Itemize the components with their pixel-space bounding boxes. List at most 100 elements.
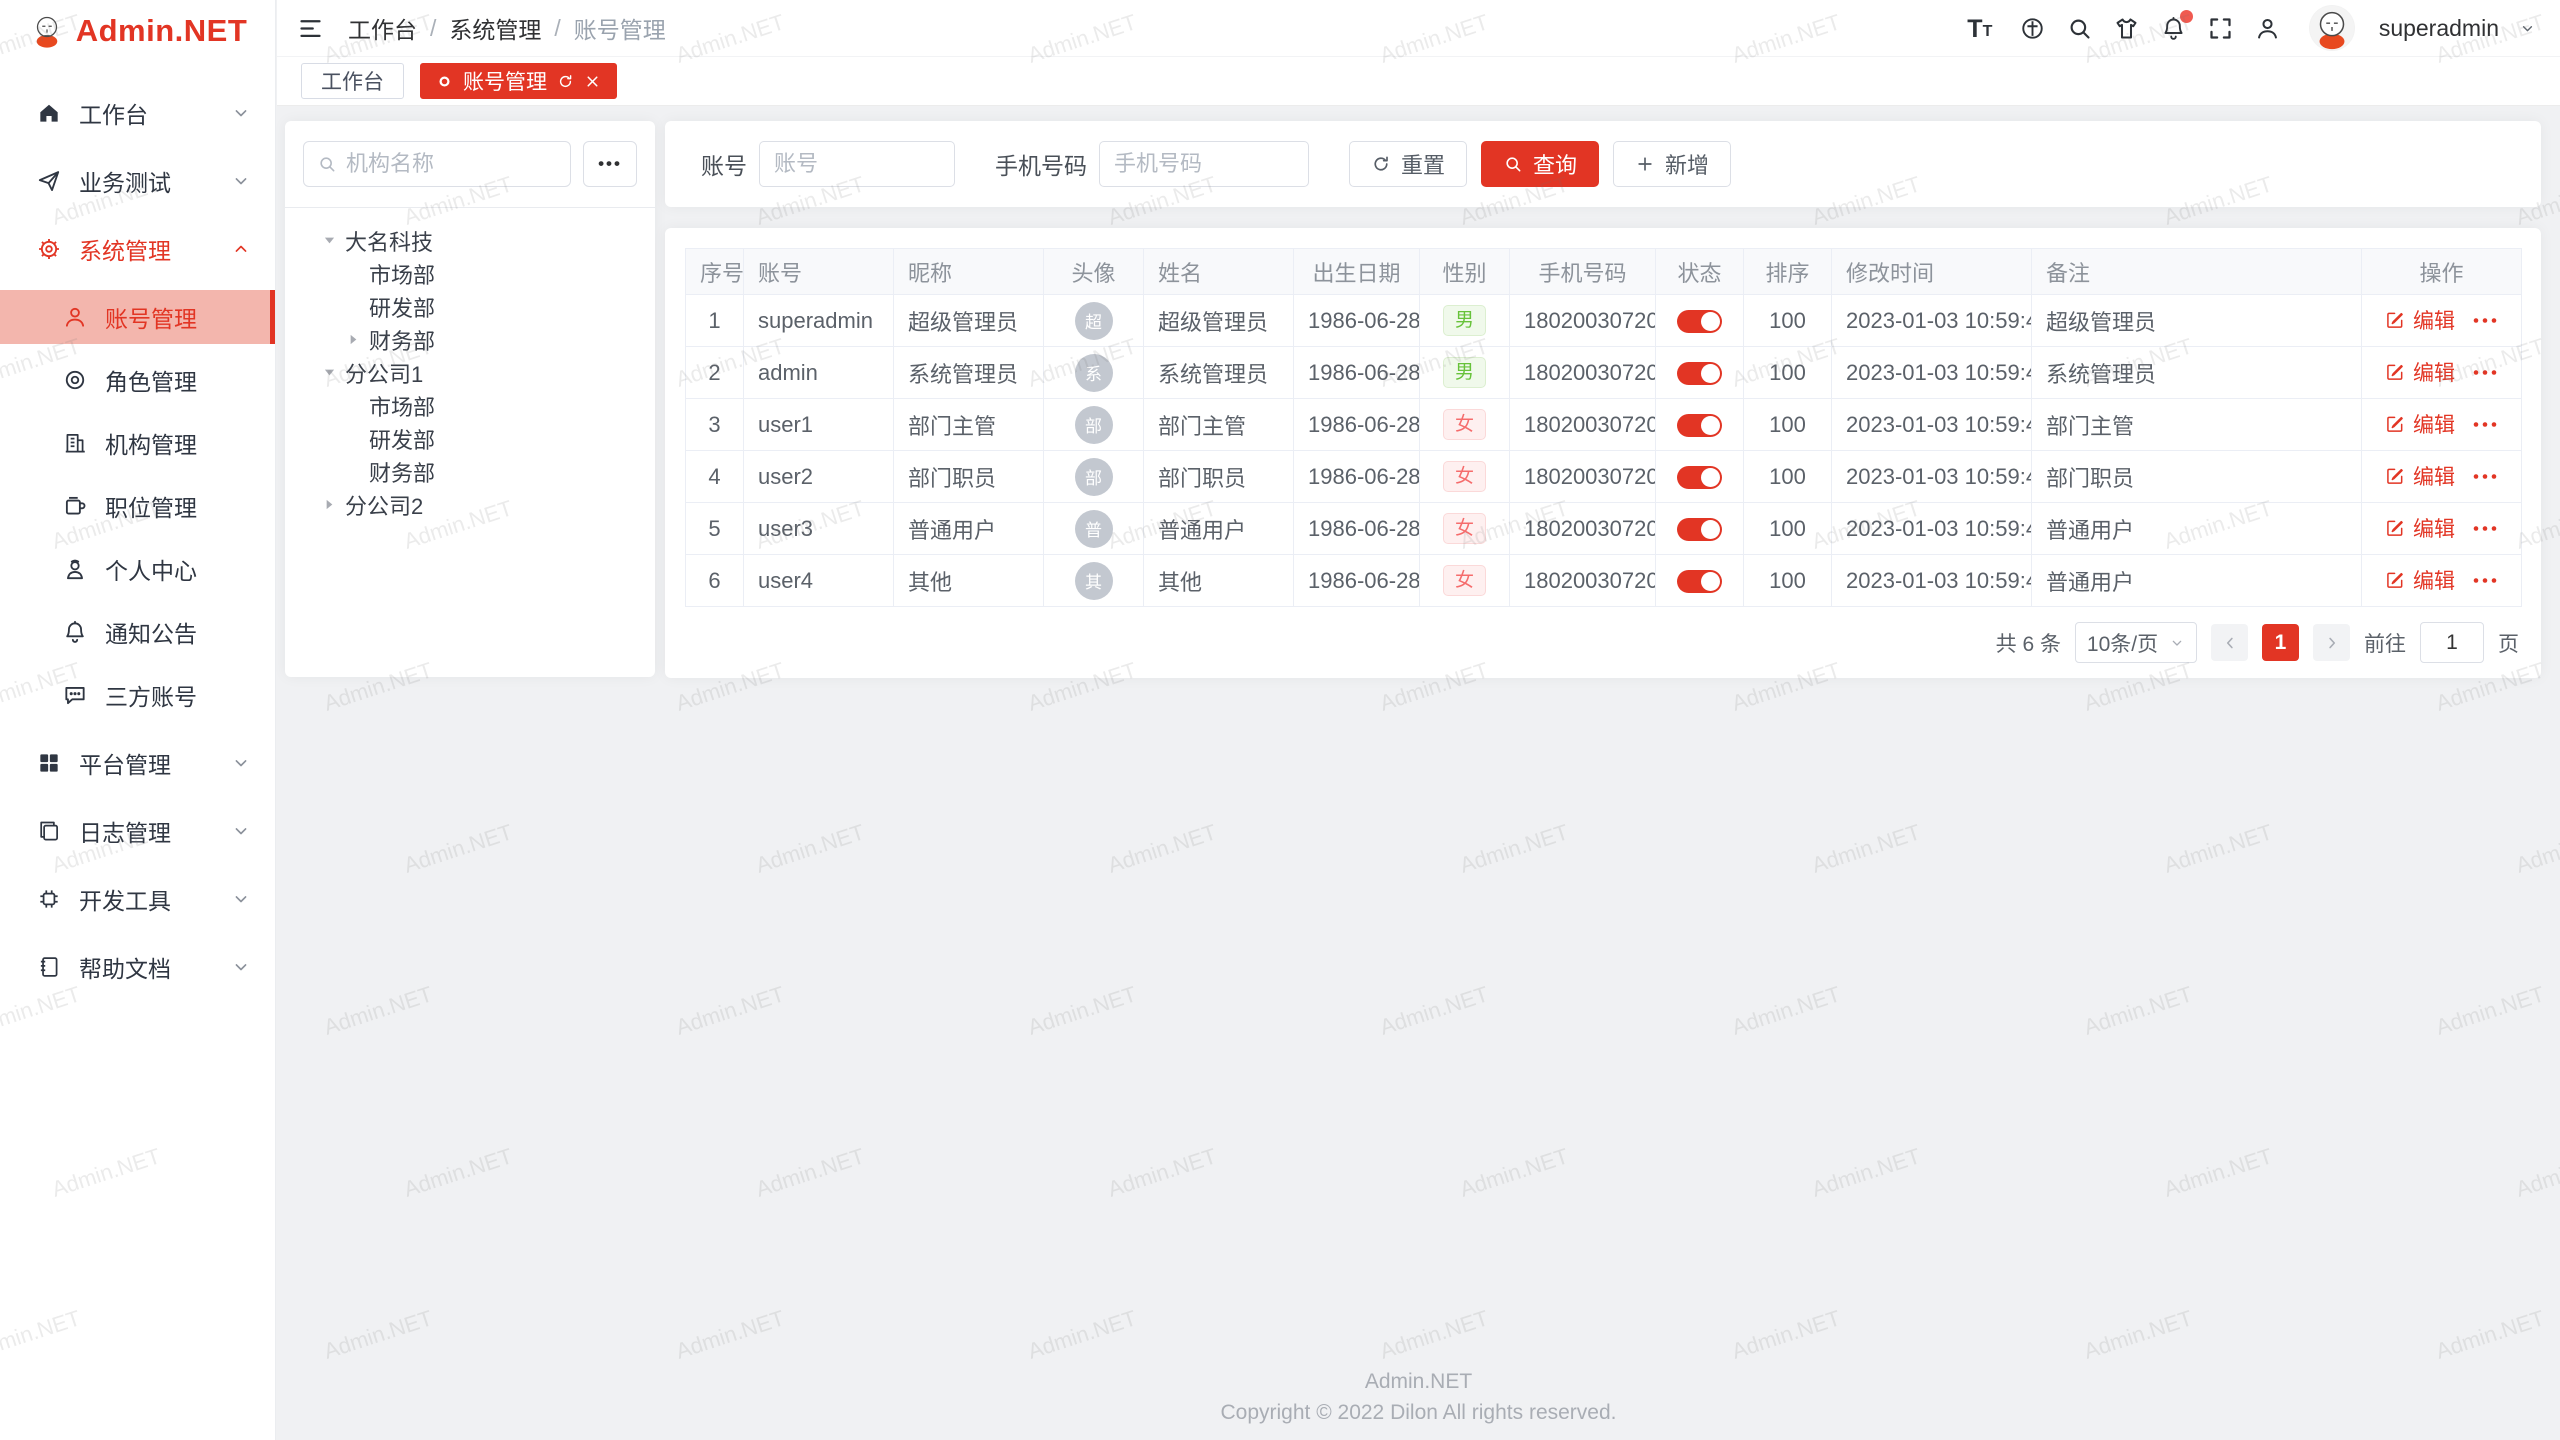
sidebar-item-dev-tools[interactable]: 开发工具	[0, 872, 275, 926]
status-toggle[interactable]	[1677, 414, 1722, 437]
next-page-button[interactable]	[2313, 624, 2350, 661]
account-filter-input[interactable]	[759, 141, 955, 187]
notification-button[interactable]	[2160, 15, 2187, 42]
avatar: 部	[1075, 458, 1113, 496]
pagination: 共 6 条 10条/页 1 前往 页	[1996, 622, 2519, 663]
cell-account: user2	[744, 451, 894, 503]
edit-button[interactable]: 编辑	[2385, 461, 2455, 491]
breadcrumb-item[interactable]: 工作台	[348, 11, 417, 45]
sidebar-item-position-management[interactable]: 职位管理	[0, 479, 275, 533]
refresh-icon[interactable]	[557, 73, 574, 90]
search-icon[interactable]	[2066, 15, 2093, 42]
sidebar-item-role-management[interactable]: 角色管理	[0, 353, 275, 407]
edit-button[interactable]: 编辑	[2385, 305, 2455, 335]
edit-button[interactable]: 编辑	[2385, 357, 2455, 387]
tree-node[interactable]: 大名科技	[285, 224, 655, 257]
sidebar-item-account-management[interactable]: 账号管理	[0, 290, 275, 344]
sidebar-item-third-party-account[interactable]: 三方账号	[0, 668, 275, 722]
gender-tag: 女	[1443, 409, 1486, 441]
caret-down-icon[interactable]	[321, 232, 338, 249]
sidebar-item-label: 业务测试	[79, 164, 171, 198]
page-size-select[interactable]: 10条/页	[2075, 622, 2197, 663]
edit-button[interactable]: 编辑	[2385, 565, 2455, 595]
caret-down-icon[interactable]	[321, 364, 338, 381]
cell-sort: 100	[1744, 399, 1832, 451]
avatar: 系	[1075, 354, 1113, 392]
status-toggle[interactable]	[1677, 466, 1722, 489]
goto-page-input[interactable]	[2420, 622, 2484, 663]
sidebar-item-log-management[interactable]: 日志管理	[0, 804, 275, 858]
add-button[interactable]: 新增	[1613, 141, 1731, 187]
cell-birth: 1986-06-28	[1294, 555, 1420, 607]
avatar: 其	[1075, 562, 1113, 600]
status-toggle[interactable]	[1677, 310, 1722, 333]
sidebar-item-org-management[interactable]: 机构管理	[0, 416, 275, 470]
caret-right-icon[interactable]	[321, 496, 338, 513]
tree-node[interactable]: 财务部	[285, 323, 655, 356]
gender-tag: 男	[1443, 357, 1486, 389]
status-toggle[interactable]	[1677, 518, 1722, 541]
username[interactable]: superadmin	[2379, 15, 2499, 42]
sidebar-item-notice-announcement[interactable]: 通知公告	[0, 605, 275, 659]
sidebar-item-platform-management[interactable]: 平台管理	[0, 736, 275, 790]
caret-right-icon[interactable]	[345, 331, 362, 348]
sidebar-item-label: 三方账号	[105, 678, 197, 712]
row-more-button[interactable]	[2472, 314, 2498, 327]
caret-placeholder	[345, 265, 362, 282]
collapse-menu-icon[interactable]	[297, 15, 324, 42]
sidebar-item-business-test[interactable]: 业务测试	[0, 154, 275, 208]
row-more-button[interactable]	[2472, 574, 2498, 587]
footer-copyright: Copyright © 2022 Dilon All rights reserv…	[277, 1397, 2560, 1428]
reset-button[interactable]: 重置	[1349, 141, 1467, 187]
row-more-button[interactable]	[2472, 418, 2498, 431]
tree-node[interactable]: 分公司2	[285, 488, 655, 521]
page-1-button[interactable]: 1	[2262, 624, 2299, 661]
tree-node[interactable]: 市场部	[285, 257, 655, 290]
cell-no: 1	[686, 295, 744, 347]
sidebar-item-workbench[interactable]: 工作台	[0, 86, 275, 140]
status-toggle[interactable]	[1677, 570, 1722, 593]
org-search-input[interactable]	[346, 151, 557, 177]
column-header: 性别	[1420, 249, 1510, 295]
row-more-button[interactable]	[2472, 470, 2498, 483]
tab-workbench[interactable]: 工作台	[301, 63, 404, 99]
tree-node[interactable]: 市场部	[285, 389, 655, 422]
sidebar-item-system-management[interactable]: 系统管理	[0, 222, 275, 276]
cell-name: 普通用户	[1144, 503, 1294, 555]
user-avatar[interactable]	[2309, 5, 2355, 51]
search-button[interactable]: 查询	[1481, 141, 1599, 187]
tree-node-label: 市场部	[369, 390, 435, 422]
row-more-button[interactable]	[2472, 366, 2498, 379]
column-header: 序号	[686, 249, 744, 295]
app-logo[interactable]: Admin.NET	[0, 0, 275, 62]
chevron-down-icon	[231, 171, 251, 191]
cell-remark: 超级管理员	[2032, 295, 2362, 347]
avatar: 部	[1075, 406, 1113, 444]
edit-button[interactable]: 编辑	[2385, 409, 2455, 439]
tree-node[interactable]: 研发部	[285, 422, 655, 455]
sidebar-item-label: 帮助文档	[79, 950, 171, 984]
breadcrumb-item[interactable]: 系统管理	[449, 11, 541, 45]
row-more-button[interactable]	[2472, 522, 2498, 535]
gender-tag: 女	[1443, 565, 1486, 597]
close-icon[interactable]	[584, 73, 601, 90]
tree-node[interactable]: 研发部	[285, 290, 655, 323]
chevron-down-icon[interactable]	[2519, 20, 2536, 37]
font-size-icon[interactable]: TT	[1961, 15, 1999, 42]
search-icon	[317, 154, 337, 174]
profile-icon[interactable]	[2254, 15, 2281, 42]
status-toggle[interactable]	[1677, 362, 1722, 385]
tree-node[interactable]: 财务部	[285, 455, 655, 488]
org-more-button[interactable]: •••	[583, 141, 637, 187]
prev-page-button[interactable]	[2211, 624, 2248, 661]
tree-node[interactable]: 分公司1	[285, 356, 655, 389]
phone-filter-input[interactable]	[1099, 141, 1309, 187]
edit-button[interactable]: 编辑	[2385, 513, 2455, 543]
fullscreen-icon[interactable]	[2207, 15, 2234, 42]
content: ••• 大名科技市场部研发部财务部分公司1市场部研发部财务部分公司2 账号 手机…	[277, 107, 2560, 1440]
sidebar-item-help-docs[interactable]: 帮助文档	[0, 940, 275, 994]
language-icon[interactable]	[2019, 15, 2046, 42]
theme-icon[interactable]	[2113, 15, 2140, 42]
sidebar-item-personal-center[interactable]: 个人中心	[0, 542, 275, 596]
tab-account-management[interactable]: 账号管理	[420, 63, 617, 99]
